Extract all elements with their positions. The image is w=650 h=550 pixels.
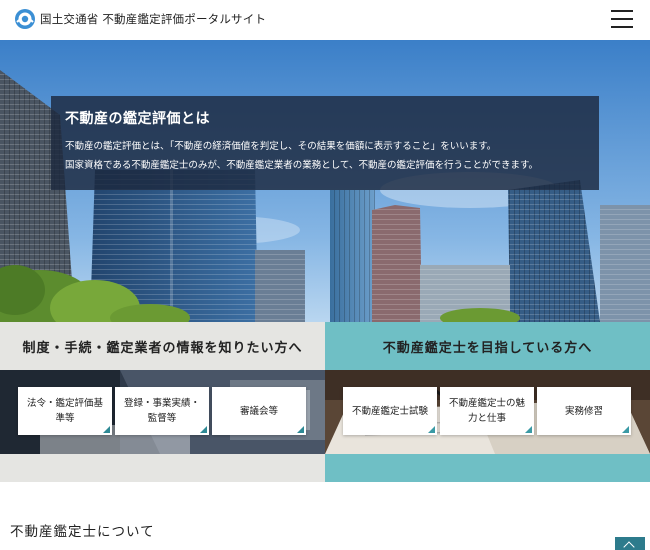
page-top-button[interactable] [615, 537, 645, 550]
card-practical-training-label: 実務修習 [564, 405, 603, 417]
panel-aspiring-appraisers: 不動産鑑定士を目指している方へ 不動産鑑定士試験 不動産鑑定士の魅力と仕事 実務… [325, 322, 650, 482]
site-header: 国土交通省 不動産鑑定評価ポータルサイト [0, 0, 650, 40]
hero-image: 不動産の鑑定評価とは 不動産の鑑定評価とは、「不動産の経済価値を判定し、その結果… [0, 40, 650, 322]
hamburger-menu-icon[interactable] [611, 9, 633, 29]
card-practical-training[interactable]: 実務修習 [537, 387, 631, 435]
card-appraiser-appeal-work-label: 不動産鑑定士の魅力と仕事 [448, 398, 525, 424]
panel-system-info: 制度・手続・鑑定業者の情報を知りたい方へ 法令・鑑定評価基準等 登録・事業実績・… [0, 322, 325, 482]
chevron-up-icon [623, 541, 635, 550]
card-appraiser-appeal-work[interactable]: 不動産鑑定士の魅力と仕事 [440, 387, 534, 435]
corner-arrow-icon [622, 426, 629, 433]
site-title[interactable]: 国土交通省 不動産鑑定評価ポータルサイト [40, 11, 266, 27]
card-registration-supervision-label: 登録・事業実績・監督等 [123, 398, 200, 424]
corner-arrow-icon [103, 426, 110, 433]
corner-arrow-icon [525, 426, 532, 433]
corner-arrow-icon [200, 426, 207, 433]
intro-title: 不動産の鑑定評価とは [65, 111, 210, 127]
intro-text-line-1: 不動産の鑑定評価とは、「不動産の経済価値を判定し、その結果を価額に表示すること」… [65, 141, 497, 152]
card-laws-standards-label: 法令・鑑定評価基準等 [26, 398, 103, 424]
card-appraiser-exam-label: 不動産鑑定士試験 [351, 405, 428, 417]
about-section-title: 不動産鑑定士について [10, 524, 155, 540]
card-councils[interactable]: 審議会等 [212, 387, 306, 435]
card-registration-supervision[interactable]: 登録・事業実績・監督等 [115, 387, 209, 435]
ministry-logo-icon[interactable] [14, 8, 36, 30]
panel-aspiring-appraisers-heading: 不動産鑑定士を目指している方へ [382, 340, 593, 356]
panel-system-info-heading: 制度・手続・鑑定業者の情報を知りたい方へ [22, 340, 303, 356]
intro-box: 不動産の鑑定評価とは 不動産の鑑定評価とは、「不動産の経済価値を判定し、その結果… [51, 96, 599, 190]
card-councils-label: 審議会等 [239, 405, 278, 417]
intro-text-line-2: 国家資格である不動産鑑定士のみが、不動産鑑定業者の業務として、不動産の鑑定評価を… [65, 160, 539, 171]
card-laws-standards[interactable]: 法令・鑑定評価基準等 [18, 387, 112, 435]
card-appraiser-exam[interactable]: 不動産鑑定士試験 [343, 387, 437, 435]
corner-arrow-icon [297, 426, 304, 433]
corner-arrow-icon [428, 426, 435, 433]
